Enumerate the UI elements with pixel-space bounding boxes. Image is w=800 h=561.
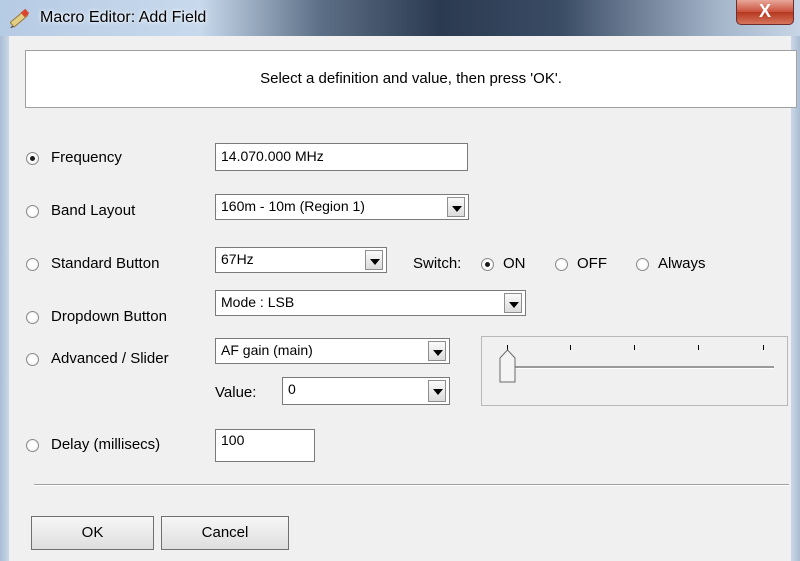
separator <box>34 484 789 486</box>
dropdown-button-radio[interactable] <box>26 311 39 324</box>
switch-always-label: Always <box>658 255 706 272</box>
instruction-text: Select a definition and value, then pres… <box>260 70 562 87</box>
frequency-input[interactable]: 14.070.000 MHz <box>215 143 468 171</box>
standard-button-dropdown[interactable]: 67Hz <box>215 247 387 273</box>
frequency-radio[interactable] <box>26 152 39 165</box>
advanced-control-dropdown[interactable]: AF gain (main) <box>215 338 450 364</box>
window-frame-left <box>0 36 9 561</box>
delay-radio[interactable] <box>26 439 39 452</box>
band-layout-label: Band Layout <box>51 202 136 219</box>
close-button[interactable]: X <box>736 0 794 25</box>
band-layout-value: 160m - 10m (Region 1) <box>221 198 365 214</box>
dropdown-arrow-icon[interactable] <box>504 293 522 313</box>
dropdown-arrow-icon[interactable] <box>428 380 446 402</box>
slider-tick <box>570 345 571 350</box>
pencil-icon <box>10 8 30 28</box>
value-label: Value: <box>215 384 257 401</box>
band-layout-dropdown[interactable]: 160m - 10m (Region 1) <box>215 194 469 220</box>
delay-input[interactable]: 100 <box>215 429 315 462</box>
window-frame-right <box>791 36 800 561</box>
ok-button[interactable]: OK <box>31 516 154 550</box>
cancel-button[interactable]: Cancel <box>161 516 289 550</box>
switch-off-radio[interactable] <box>555 258 568 271</box>
switch-on-radio[interactable] <box>481 258 494 271</box>
switch-off-label: OFF <box>577 255 607 272</box>
dropdown-button-value: Mode : LSB <box>221 294 295 310</box>
advanced-slider-radio[interactable] <box>26 353 39 366</box>
slider-track[interactable] <box>502 366 774 369</box>
switch-label: Switch: <box>413 255 462 272</box>
dropdown-arrow-icon[interactable] <box>365 250 383 270</box>
advanced-slider-label: Advanced / Slider <box>51 350 169 367</box>
switch-on-label: ON <box>503 255 526 272</box>
switch-always-radio[interactable] <box>636 258 649 271</box>
standard-button-radio[interactable] <box>26 258 39 271</box>
dropdown-button-label: Dropdown Button <box>51 308 167 325</box>
frequency-label: Frequency <box>51 149 122 166</box>
band-layout-radio[interactable] <box>26 205 39 218</box>
slider-tick <box>634 345 635 350</box>
advanced-control-value: AF gain (main) <box>221 342 313 358</box>
slider-value: 0 <box>288 381 296 397</box>
dropdown-button-dropdown[interactable]: Mode : LSB <box>215 290 526 316</box>
standard-button-label: Standard Button <box>51 255 160 272</box>
dropdown-arrow-icon[interactable] <box>428 341 446 361</box>
slider-tick <box>763 345 764 350</box>
close-icon: X <box>758 1 771 21</box>
slider-value-dropdown[interactable]: 0 <box>282 377 450 405</box>
instruction-banner: Select a definition and value, then pres… <box>25 50 797 108</box>
slider-tick <box>698 345 699 350</box>
window-title: Macro Editor: Add Field <box>40 9 207 26</box>
delay-label: Delay (millisecs) <box>51 436 161 453</box>
standard-button-value: 67Hz <box>221 251 254 267</box>
slider-thumb[interactable] <box>499 349 516 383</box>
dialog-client-area: Select a definition and value, then pres… <box>9 36 797 561</box>
slider-panel <box>481 336 788 406</box>
dropdown-arrow-icon[interactable] <box>447 197 465 217</box>
title-bar[interactable]: Macro Editor: Add Field X <box>0 0 800 36</box>
